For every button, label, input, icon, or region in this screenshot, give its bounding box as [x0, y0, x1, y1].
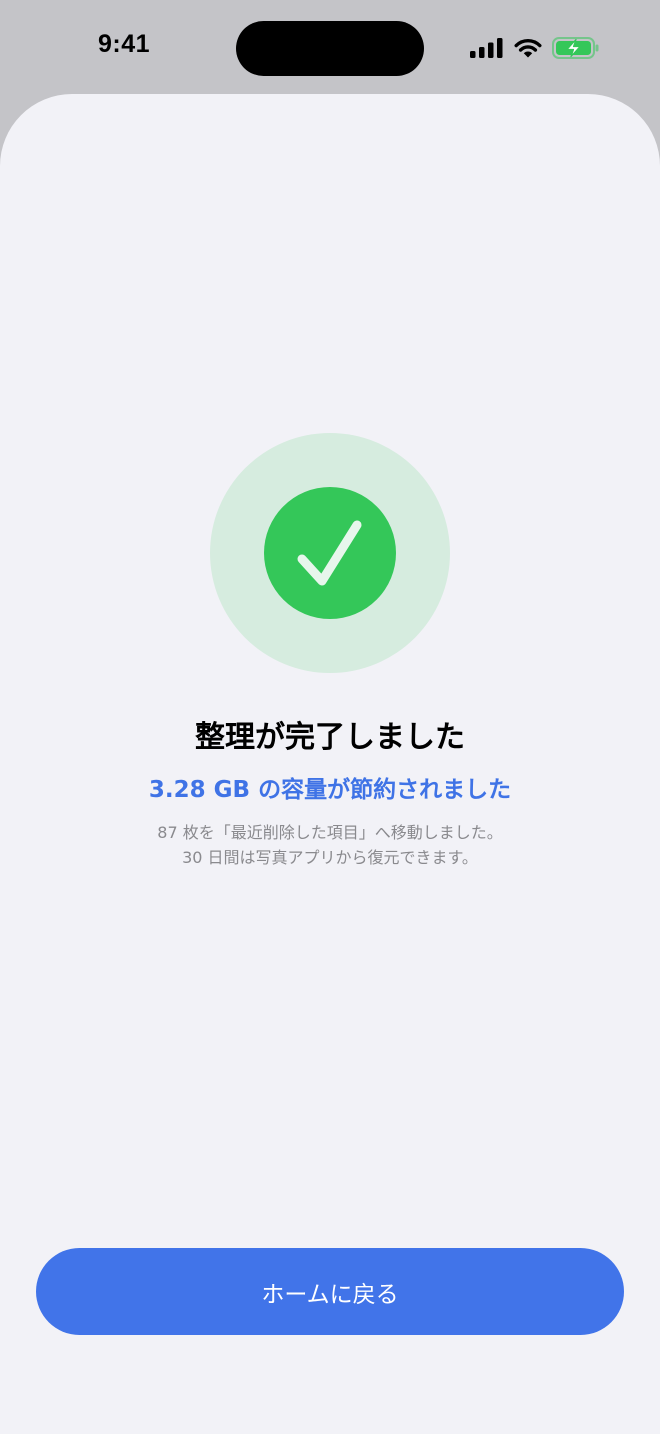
status-time: 9:41	[98, 30, 151, 58]
saved-space-text: 3.28 GB の容量が節約されました	[148, 777, 512, 803]
dynamic-island	[236, 21, 424, 76]
battery-charging-icon	[552, 36, 600, 60]
description-line-1: 87 枚を「最近削除した項目」へ移動しました。	[157, 823, 503, 842]
result-description: 87 枚を「最近削除した項目」へ移動しました。 30 日間は写真アプリから復元で…	[0, 820, 660, 870]
status-bar: 9:41	[0, 0, 660, 94]
status-icons	[470, 35, 600, 61]
description-line-2: 30 日間は写真アプリから復元できます。	[182, 848, 478, 867]
cellular-signal-icon	[470, 38, 504, 58]
wifi-icon	[514, 38, 542, 58]
result-title: 整理が完了しました	[195, 720, 465, 755]
success-circle	[264, 487, 396, 619]
success-badge	[210, 433, 450, 673]
result-sheet: 整理が完了しました 3.28 GB の容量が節約されました 87 枚を「最近削除…	[0, 94, 660, 1434]
home-button[interactable]: ホームに戻る	[36, 1248, 624, 1335]
